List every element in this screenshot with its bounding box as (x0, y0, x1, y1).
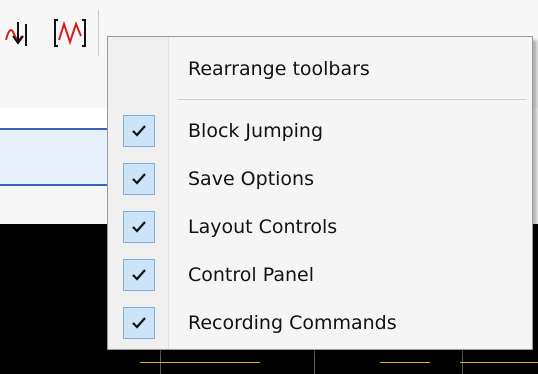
menu-item-layout-controls[interactable]: Layout Controls (108, 207, 532, 247)
menu-item-label: Block Jumping (188, 120, 324, 142)
menu-item-save-options[interactable]: Save Options (108, 159, 532, 199)
check-icon (123, 259, 155, 291)
trace-segment (460, 362, 538, 363)
menu-item-control-panel[interactable]: Control Panel (108, 255, 532, 295)
selected-track-band[interactable] (0, 128, 120, 186)
menu-item-label: Save Options (188, 168, 314, 190)
waveform-arrow-down-icon[interactable] (4, 14, 40, 52)
menu-item-label: Recording Commands (188, 312, 397, 334)
check-icon (123, 307, 155, 339)
menu-separator (178, 99, 526, 100)
trace-segment (140, 362, 260, 363)
waveform-bracket-icon[interactable] (52, 14, 88, 52)
track-gap (0, 186, 120, 224)
menu-item-label: Layout Controls (188, 216, 338, 238)
toolbar-separator (98, 10, 99, 56)
menu-item-label: Control Panel (188, 264, 314, 286)
check-icon (123, 115, 155, 147)
menu-item-recording-commands[interactable]: Recording Commands (108, 303, 532, 343)
trace-segment (380, 362, 430, 363)
menu-item-label: Rearrange toolbars (188, 58, 370, 80)
toolbar-context-menu: Rearrange toolbars Block Jumping Save Op… (107, 36, 533, 350)
check-icon (123, 163, 155, 195)
menu-item-rearrange-toolbars[interactable]: Rearrange toolbars (108, 49, 532, 89)
check-icon (123, 211, 155, 243)
menu-item-block-jumping[interactable]: Block Jumping (108, 111, 532, 151)
